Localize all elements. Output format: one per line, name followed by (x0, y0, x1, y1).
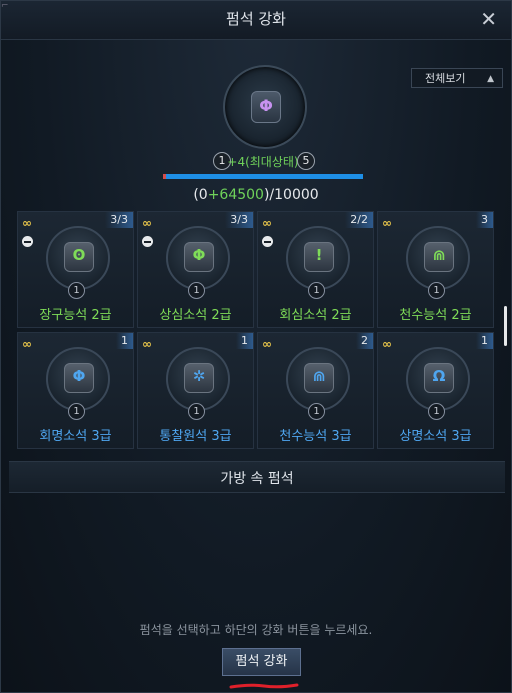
unequip-icon[interactable] (22, 236, 33, 247)
gem-level-badge: 1 (428, 282, 445, 299)
exp-gain: +64500 (207, 187, 264, 203)
gem-glyph-icon: ⋒ (312, 367, 326, 385)
gem-slot: Ω (406, 347, 470, 411)
gem-card[interactable]: ∞ 1 Φ 1 회명소석 3급 (17, 332, 134, 449)
gem-slot: Φ (166, 226, 230, 290)
gem-glyph-icon: ʘ (72, 246, 86, 264)
red-annotation-underline (229, 683, 299, 689)
gem-glyph-icon: Ω (432, 367, 446, 385)
gem-stone-icon: ✲ (184, 363, 214, 393)
selected-gem-stone-icon: Φ (251, 91, 281, 123)
gem-stone-icon: Φ (184, 242, 214, 272)
exp-prefix: (0 (193, 187, 208, 203)
gem-level-badge: 1 (308, 403, 325, 420)
close-icon[interactable]: ✕ (480, 7, 497, 31)
gem-glyph-icon: ⋒ (432, 246, 446, 264)
gem-glyph-icon: Φ (72, 367, 86, 385)
infinity-icon: ∞ (262, 216, 272, 230)
infinity-icon: ∞ (262, 337, 272, 351)
gem-card[interactable]: ∞ 3 ⋒ 1 천수능석 2급 (377, 211, 494, 328)
gem-slot: ✲ (166, 347, 230, 411)
bag-section-header: 가방 속 펌석 (9, 461, 505, 493)
exp-suffix: )/10000 (263, 187, 319, 203)
gem-name: 회심소석 2급 (279, 308, 352, 323)
gem-count: 1 (236, 333, 253, 349)
gem-count: 3 (476, 212, 493, 228)
gem-slot: Φ (46, 347, 110, 411)
gem-glyph-icon: ✲ (192, 367, 206, 385)
gem-enhance-window: ⌐ 펌석 강화 ✕ 전체보기 ▲ Φ 1 +4(최대상태) 5 (0+64500… (0, 0, 512, 693)
gem-card[interactable]: ∞ 2 ⋒ 1 천수능석 3급 (257, 332, 374, 449)
gem-level-badge: 1 (68, 403, 85, 420)
gem-count: 3/3 (105, 212, 133, 228)
gem-card[interactable]: ∞ 1 Ω 1 상명소석 3급 (377, 332, 494, 449)
gem-name: 통찰원석 3급 (159, 429, 232, 444)
gem-slot: ⋒ (286, 347, 350, 411)
unequip-icon[interactable] (142, 236, 153, 247)
infinity-icon: ∞ (142, 216, 152, 230)
gem-level-badge: 1 (188, 282, 205, 299)
level-status: +4(최대상태) (227, 155, 299, 169)
gem-level-badge: 1 (188, 403, 205, 420)
bag-section-title: 가방 속 펌석 (220, 471, 294, 487)
gem-stone-icon: ʘ (64, 242, 94, 272)
gem-count: 3/3 (225, 212, 253, 228)
gem-level-badge: 1 (428, 403, 445, 420)
exp-progress-fill (163, 174, 363, 179)
gem-count: 2/2 (345, 212, 373, 228)
next-level-badge: 5 (297, 152, 315, 170)
gem-name: 회명소석 3급 (39, 429, 112, 444)
gem-level-badge: 1 (308, 282, 325, 299)
gem-stone-icon: ⋒ (424, 242, 454, 272)
gem-glyph-icon: ! (315, 246, 323, 264)
infinity-icon: ∞ (22, 337, 32, 351)
gem-name: 상명소석 3급 (399, 429, 472, 444)
gem-card[interactable]: ∞ 1 ✲ 1 통찰원석 3급 (137, 332, 254, 449)
enhance-button[interactable]: 펌석 강화 (222, 648, 301, 676)
gem-stone-icon: ⋒ (304, 363, 334, 393)
exp-progress-bar (163, 174, 363, 179)
gem-count: 2 (356, 333, 373, 349)
instruction-hint: 펌석을 선택하고 하단의 강화 버튼을 누르세요. (139, 623, 373, 637)
equipped-gem-grid: ∞ 3/3 ʘ 1 장구능석 2급 ∞ 3/3 Φ 1 상심소석 2급 ∞ 2/2! 1 회심소석 2급 ∞… (17, 211, 495, 453)
gem-glyph-icon: Φ (192, 246, 206, 264)
infinity-icon: ∞ (22, 216, 32, 230)
infinity-icon: ∞ (382, 216, 392, 230)
gem-card[interactable]: ∞ 3/3 Φ 1 상심소석 2급 (137, 211, 254, 328)
view-all-label: 전체보기 (425, 72, 466, 85)
exp-progress-marker (163, 174, 166, 179)
scrollbar-thumb[interactable] (504, 306, 507, 346)
exp-readout: (0+64500)/10000 (1, 187, 511, 203)
gem-slot: ʘ (46, 226, 110, 290)
view-all-dropdown[interactable]: 전체보기 ▲ (411, 68, 503, 88)
gem-stone-icon: Ω (424, 363, 454, 393)
gem-count: 1 (476, 333, 493, 349)
title-bar: ⌐ 펌석 강화 ✕ (1, 1, 511, 40)
gem-count: 1 (116, 333, 133, 349)
gem-name: 장구능석 2급 (39, 308, 112, 323)
gem-name: 천수능석 2급 (399, 308, 472, 323)
chevron-up-icon: ▲ (487, 74, 494, 84)
gem-card[interactable]: ∞ 2/2! 1 회심소석 2급 (257, 211, 374, 328)
window-title: 펌석 강화 (226, 10, 286, 28)
gem-card[interactable]: ∞ 3/3 ʘ 1 장구능석 2급 (17, 211, 134, 328)
gem-slot: ! (286, 226, 350, 290)
gem-name: 천수능석 3급 (279, 429, 352, 444)
selected-gem-slot[interactable]: Φ (223, 65, 307, 149)
infinity-icon: ∞ (382, 337, 392, 351)
gem-stone-icon: Φ (64, 363, 94, 393)
gem-name: 상심소석 2급 (159, 308, 232, 323)
infinity-icon: ∞ (142, 337, 152, 351)
gem-stone-icon: ! (304, 242, 334, 272)
unequip-icon[interactable] (262, 236, 273, 247)
gem-slot: ⋒ (406, 226, 470, 290)
gem-level-badge: 1 (68, 282, 85, 299)
